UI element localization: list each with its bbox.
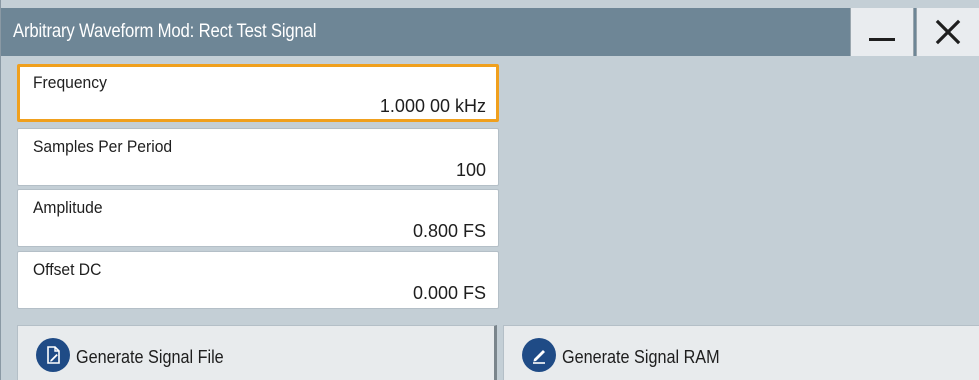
frequency-label: Frequency xyxy=(33,73,107,92)
title-bar: Arbitrary Waveform Mod: Rect Test Signal xyxy=(1,8,979,56)
minimize-button[interactable] xyxy=(850,8,914,56)
waveform-dialog: Arbitrary Waveform Mod: Rect Test Signal… xyxy=(0,0,979,380)
samples-per-period-field[interactable]: Samples Per Period 100 xyxy=(17,128,499,186)
amplitude-field[interactable]: Amplitude 0.800 FS xyxy=(17,189,499,247)
generate-signal-file-button[interactable]: Generate Signal File xyxy=(17,325,497,380)
offset-dc-label: Offset DC xyxy=(33,260,102,279)
amplitude-value[interactable]: 0.800 FS xyxy=(413,221,486,242)
file-edit-icon xyxy=(36,338,70,372)
minimize-icon xyxy=(869,38,895,41)
pencil-icon xyxy=(522,338,556,372)
offset-dc-field[interactable]: Offset DC 0.000 FS xyxy=(17,251,499,309)
samples-per-period-label: Samples Per Period xyxy=(33,137,173,156)
close-icon xyxy=(935,19,961,45)
generate-signal-ram-button[interactable]: Generate Signal RAM xyxy=(503,325,979,380)
generate-signal-ram-label: Generate Signal RAM xyxy=(562,346,720,367)
generate-signal-file-label: Generate Signal File xyxy=(76,346,224,367)
samples-per-period-value[interactable]: 100 xyxy=(456,160,486,181)
frequency-field[interactable]: Frequency 1.000 00 kHz xyxy=(17,64,499,122)
amplitude-label: Amplitude xyxy=(33,198,103,217)
offset-dc-value[interactable]: 0.000 FS xyxy=(413,283,486,304)
frequency-value[interactable]: 1.000 00 kHz xyxy=(380,96,486,117)
close-button[interactable] xyxy=(916,8,979,56)
window-title: Arbitrary Waveform Mod: Rect Test Signal xyxy=(13,21,317,42)
